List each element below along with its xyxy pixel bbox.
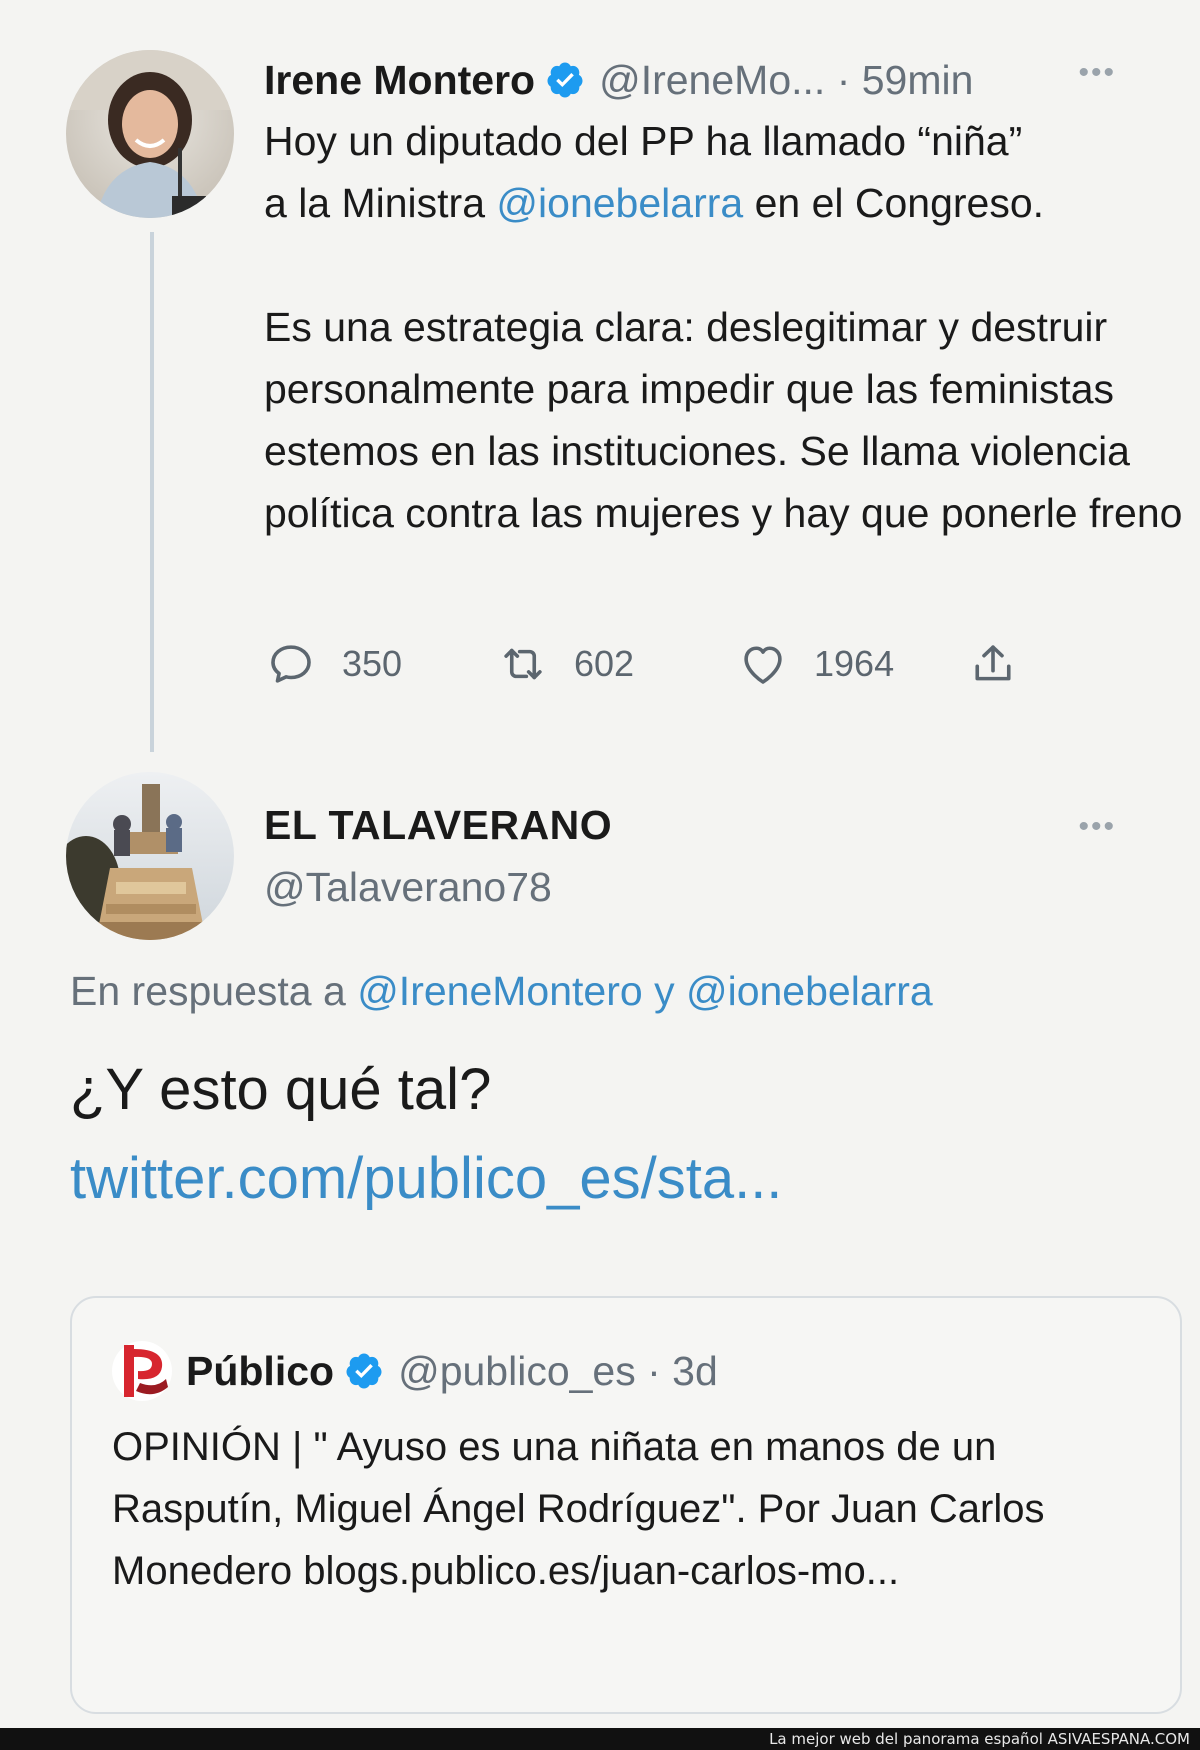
tweet1-line-2-end: en el Congreso. [743,180,1045,226]
reply-button[interactable]: 350 [264,637,496,691]
reply-context: En respuesta a @IreneMontero y @ionebela… [70,968,933,1015]
reply-context-and: y [642,968,686,1014]
quoted-tweet-text: OPINIÓN | " Ayuso es una niñata en manos… [112,1425,1045,1593]
publico-logo-icon [112,1341,172,1401]
tweet1-header: Irene Montero @IreneMo... · 59min [264,50,973,110]
avatar-monument-photo-icon [66,772,234,940]
tweet1-mention-link[interactable]: @ionebelarra [496,180,743,226]
verified-badge-icon [346,1353,382,1389]
tweet2-text: ¿Y esto qué tal? [70,1057,492,1122]
reply-context-prefix: En respuesta a [70,968,358,1014]
thread-connector-line [150,232,154,752]
tweet1-paragraph-1: Hoy un diputado del PP ha llamado “niña”… [264,110,1184,234]
quoted-author-name[interactable]: Público [186,1348,334,1395]
tweet2-author-name[interactable]: EL TALAVERANO [264,802,612,849]
tweet1-time-separator: · [825,56,862,103]
quoted-tweet-header: Público @publico_es · 3d [110,1338,718,1404]
share-upload-icon [975,645,1011,681]
site-watermark-bar: La mejor web del panorama español ASIVAE… [0,1728,1200,1750]
share-button[interactable] [966,637,1020,691]
avatar-photo-icon [66,50,234,218]
speech-bubble-icon [271,645,311,683]
screenshot-page: Irene Montero @IreneMo... · 59min ••• Ho… [0,0,1200,1750]
tweet1-line-1: Hoy un diputado del PP ha llamado “niña” [264,118,1023,164]
tweet1-timestamp[interactable]: 59min [862,57,974,104]
reply-mention-ione[interactable]: @ionebelarra [686,968,933,1014]
tweet1-paragraph-2: Es una estrategia clara: deslegitimar y … [264,304,1183,536]
irene-montero-avatar[interactable] [66,50,234,218]
more-dots-icon[interactable]: ••• [1078,812,1116,842]
like-count: 1964 [814,643,895,684]
el-talaverano-avatar[interactable] [66,772,234,940]
tweet1-author-name[interactable]: Irene Montero [264,57,535,104]
quoted-time-separator: · [635,1347,673,1394]
tweet2-handle[interactable]: @Talaverano78 [264,864,552,911]
retweet-arrows-icon [504,648,542,680]
reply-count: 350 [342,643,403,684]
heart-icon [744,646,782,684]
quoted-timestamp[interactable]: 3d [672,1348,718,1395]
tweet2-link[interactable]: twitter.com/publico_es/sta... [70,1145,782,1212]
reply-mention-irene[interactable]: @IreneMontero [357,968,642,1014]
tweet1-action-bar: 350 602 1964 [264,634,1020,694]
quoted-tweet-card[interactable]: Público @publico_es · 3d OPINIÓN | " Ayu… [70,1296,1182,1714]
tweet1-line-2-start: a la Ministra [264,180,497,226]
more-dots-icon[interactable]: ••• [1078,58,1116,88]
tweet1-handle[interactable]: @IreneMo... [599,57,825,104]
tweet1-text: Hoy un diputado del PP ha llamado “niña”… [264,110,1184,544]
like-button[interactable]: 1964 [736,637,966,691]
quoted-handle[interactable]: @publico_es [398,1348,636,1395]
retweet-count: 602 [574,643,635,684]
verified-badge-icon [547,62,583,98]
retweet-button[interactable]: 602 [496,637,736,691]
